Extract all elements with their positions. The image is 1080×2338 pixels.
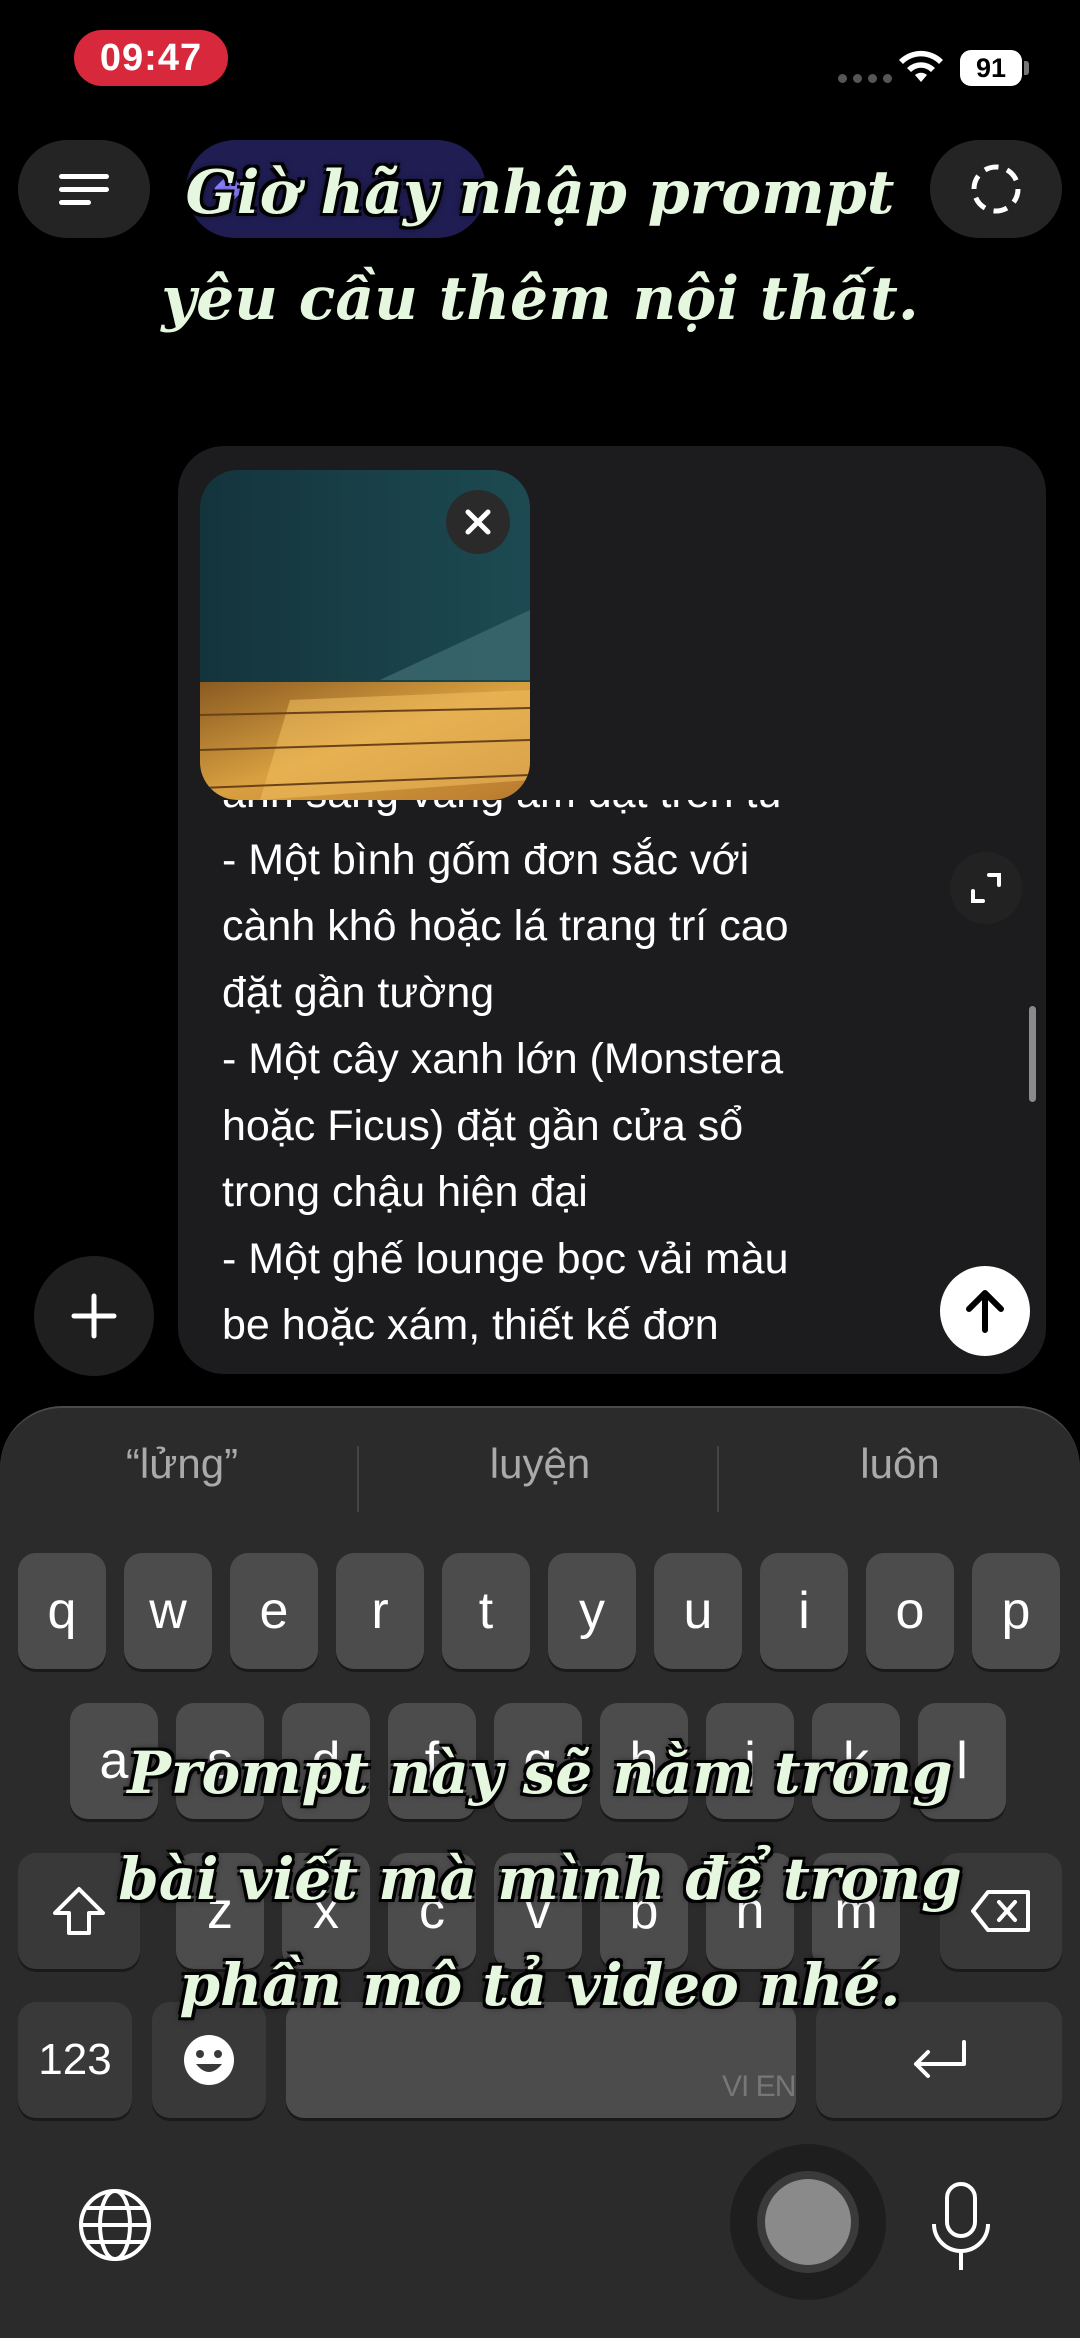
key[interactable]: y <box>548 1553 636 1669</box>
cellular-signal-icon <box>838 74 892 83</box>
prompt-line: hoặc Ficus) đặt gần cửa sổ <box>222 1101 744 1150</box>
battery-tip <box>1024 61 1029 75</box>
assistive-touch-button[interactable] <box>730 2144 886 2300</box>
caption-bottom: Prompt này sẽ nằm trong bài viết mà mình… <box>0 1720 1080 2038</box>
suggestion-divider <box>357 1446 359 1512</box>
key[interactable]: i <box>760 1553 848 1669</box>
caption-bottom-line: Prompt này sẽ nằm trong <box>127 1739 953 1807</box>
key[interactable]: q <box>18 1553 106 1669</box>
send-arrow-icon <box>966 1290 1004 1333</box>
prompt-text-area[interactable]: ánh sáng vàng ấm đặt trên tủ - Một bình … <box>222 800 862 1366</box>
suggestion-3[interactable]: luôn <box>735 1440 1065 1488</box>
send-button[interactable] <box>940 1266 1030 1356</box>
caption-bottom-line: bài viết mà mình để trong <box>118 1845 962 1913</box>
key[interactable]: o <box>866 1553 954 1669</box>
caption-top-line: Giờ hãy nhập prompt <box>185 158 895 228</box>
key[interactable]: u <box>654 1553 742 1669</box>
close-icon <box>465 509 491 535</box>
remove-image-button[interactable] <box>446 490 510 554</box>
status-time: 09:47 <box>74 30 228 86</box>
assistive-touch-knob <box>765 2179 851 2265</box>
key[interactable]: p <box>972 1553 1060 1669</box>
suggestion-2[interactable]: luyện <box>375 1440 705 1488</box>
caption-bottom-line: phần mô tả video nhé. <box>179 1951 901 2019</box>
prompt-line: ánh sáng vàng ấm đặt trên tủ <box>222 800 862 827</box>
key[interactable]: e <box>230 1553 318 1669</box>
battery-level: 91 <box>960 50 1022 86</box>
keyboard-language: VI EN <box>722 2070 796 2103</box>
microphone-icon[interactable] <box>928 2180 994 2276</box>
expand-icon <box>971 873 1001 903</box>
prompt-line: cành khô hoặc lá trang trí cao <box>222 902 789 950</box>
caption-top-line: yêu cầu thêm nội thất. <box>161 264 919 334</box>
suggestion-1[interactable]: “lửng” <box>17 1440 347 1488</box>
key[interactable]: t <box>442 1553 530 1669</box>
wifi-icon <box>899 50 943 82</box>
prompt-line: - Một ghế lounge bọc vải màu <box>222 1234 789 1283</box>
prompt-line: - Một bình gốm đơn sắc với <box>222 835 750 884</box>
prompt-scrollbar[interactable] <box>1029 1006 1036 1102</box>
globe-icon[interactable] <box>76 2186 154 2264</box>
return-icon <box>914 2040 966 2078</box>
suggestion-divider <box>717 1446 719 1512</box>
prompt-line: be hoặc xám, thiết kế đơn <box>222 1301 719 1349</box>
prompt-line: đặt gần tường <box>222 968 495 1017</box>
key[interactable]: w <box>124 1553 212 1669</box>
plus-icon <box>71 1293 117 1339</box>
expand-button[interactable] <box>950 852 1022 924</box>
caption-top: Giờ hãy nhập prompt yêu cầu thêm nội thấ… <box>0 140 1080 352</box>
emoji-icon <box>184 2035 234 2085</box>
prompt-line: trong chậu hiện đại <box>222 1168 588 1216</box>
add-attachment-button[interactable] <box>34 1256 154 1376</box>
prompt-line: - Một cây xanh lớn (Monstera <box>222 1035 784 1083</box>
key[interactable]: r <box>336 1553 424 1669</box>
